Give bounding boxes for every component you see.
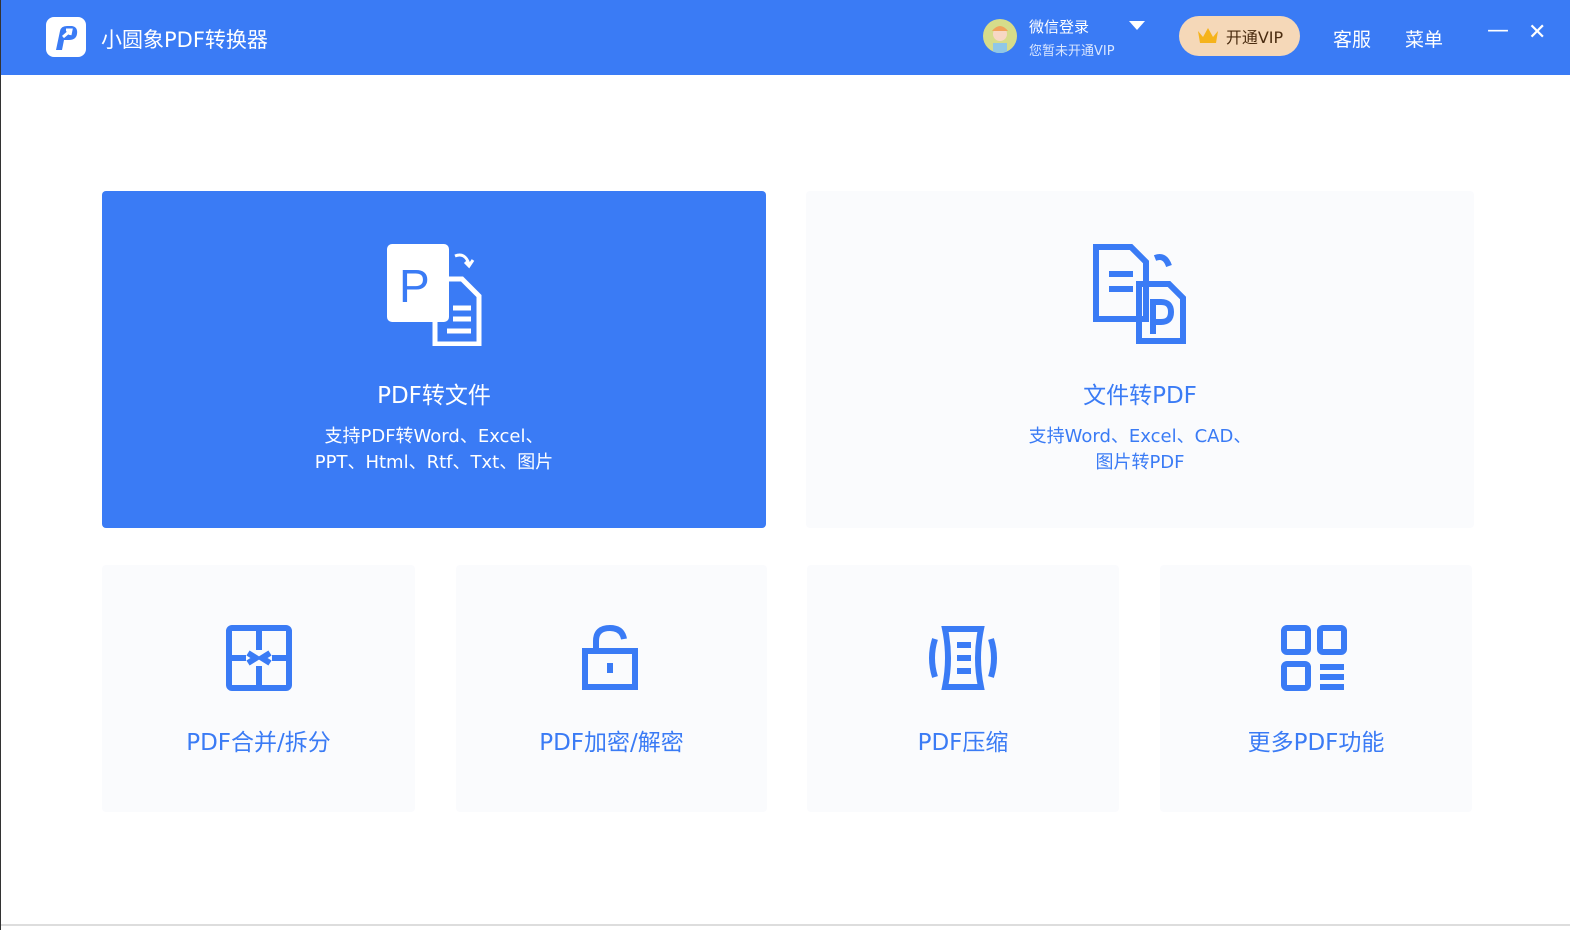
card-title: PDF转文件 bbox=[377, 383, 491, 409]
compress-icon bbox=[929, 626, 997, 690]
open-vip-label: 开通VIP bbox=[1225, 28, 1284, 47]
card-title: 文件转PDF bbox=[1083, 383, 1197, 409]
menu-button[interactable]: 菜单 bbox=[1405, 25, 1443, 52]
card-desc-line1: 支持Word、Excel、CAD、 bbox=[1028, 426, 1252, 447]
card-desc-line1: 支持PDF转Word、Excel、 bbox=[324, 426, 544, 447]
card-more-pdf-features[interactable]: 更多PDF功能 bbox=[1160, 565, 1472, 812]
card-title: PDF压缩 bbox=[917, 730, 1009, 756]
card-title: PDF加密/解密 bbox=[539, 730, 684, 756]
account-dropdown-icon[interactable] bbox=[1129, 21, 1145, 30]
app-logo-icon bbox=[46, 17, 86, 57]
open-vip-button[interactable]: 开通VIP bbox=[1179, 16, 1300, 56]
card-pdf-to-file[interactable]: P PDF转文件 支持PDF转Word、Excel、 PPT、Html、Rtf、… bbox=[102, 191, 766, 528]
card-pdf-merge-split[interactable]: PDF合并/拆分 bbox=[102, 565, 415, 812]
user-avatar[interactable] bbox=[983, 19, 1017, 53]
unlock-icon bbox=[582, 624, 638, 690]
card-desc-line2: 图片转PDF bbox=[1095, 452, 1185, 473]
minimize-button[interactable]: — bbox=[1487, 18, 1509, 43]
card-pdf-encrypt-decrypt[interactable]: PDF加密/解密 bbox=[456, 565, 767, 812]
close-button[interactable]: ✕ bbox=[1528, 20, 1546, 45]
merge-split-icon bbox=[226, 625, 292, 691]
customer-service-button[interactable]: 客服 bbox=[1333, 25, 1371, 52]
window-bottom-border bbox=[1, 924, 1570, 926]
title-bar: 小圆象PDF转换器 微信登录 您暂未开通VIP 开通VIP 客服 菜单 — ✕ bbox=[1, 0, 1570, 75]
file-to-pdf-icon bbox=[1093, 244, 1186, 344]
grid-apps-icon bbox=[1281, 625, 1347, 691]
wechat-login-link[interactable]: 微信登录 bbox=[1029, 16, 1089, 37]
vip-status-text: 您暂未开通VIP bbox=[1029, 44, 1115, 59]
crown-icon bbox=[1197, 28, 1218, 43]
card-title: 更多PDF功能 bbox=[1247, 730, 1385, 756]
app-title: 小圆象PDF转换器 bbox=[101, 28, 268, 52]
pdf-convert-icon: P bbox=[387, 244, 482, 346]
card-desc-line2: PPT、Html、Rtf、Txt、图片 bbox=[314, 452, 554, 473]
card-file-to-pdf[interactable]: 文件转PDF 支持Word、Excel、CAD、 图片转PDF bbox=[806, 191, 1474, 528]
card-pdf-compress[interactable]: PDF压缩 bbox=[807, 565, 1119, 812]
svg-text:P: P bbox=[399, 260, 430, 312]
card-title: PDF合并/拆分 bbox=[186, 730, 331, 756]
